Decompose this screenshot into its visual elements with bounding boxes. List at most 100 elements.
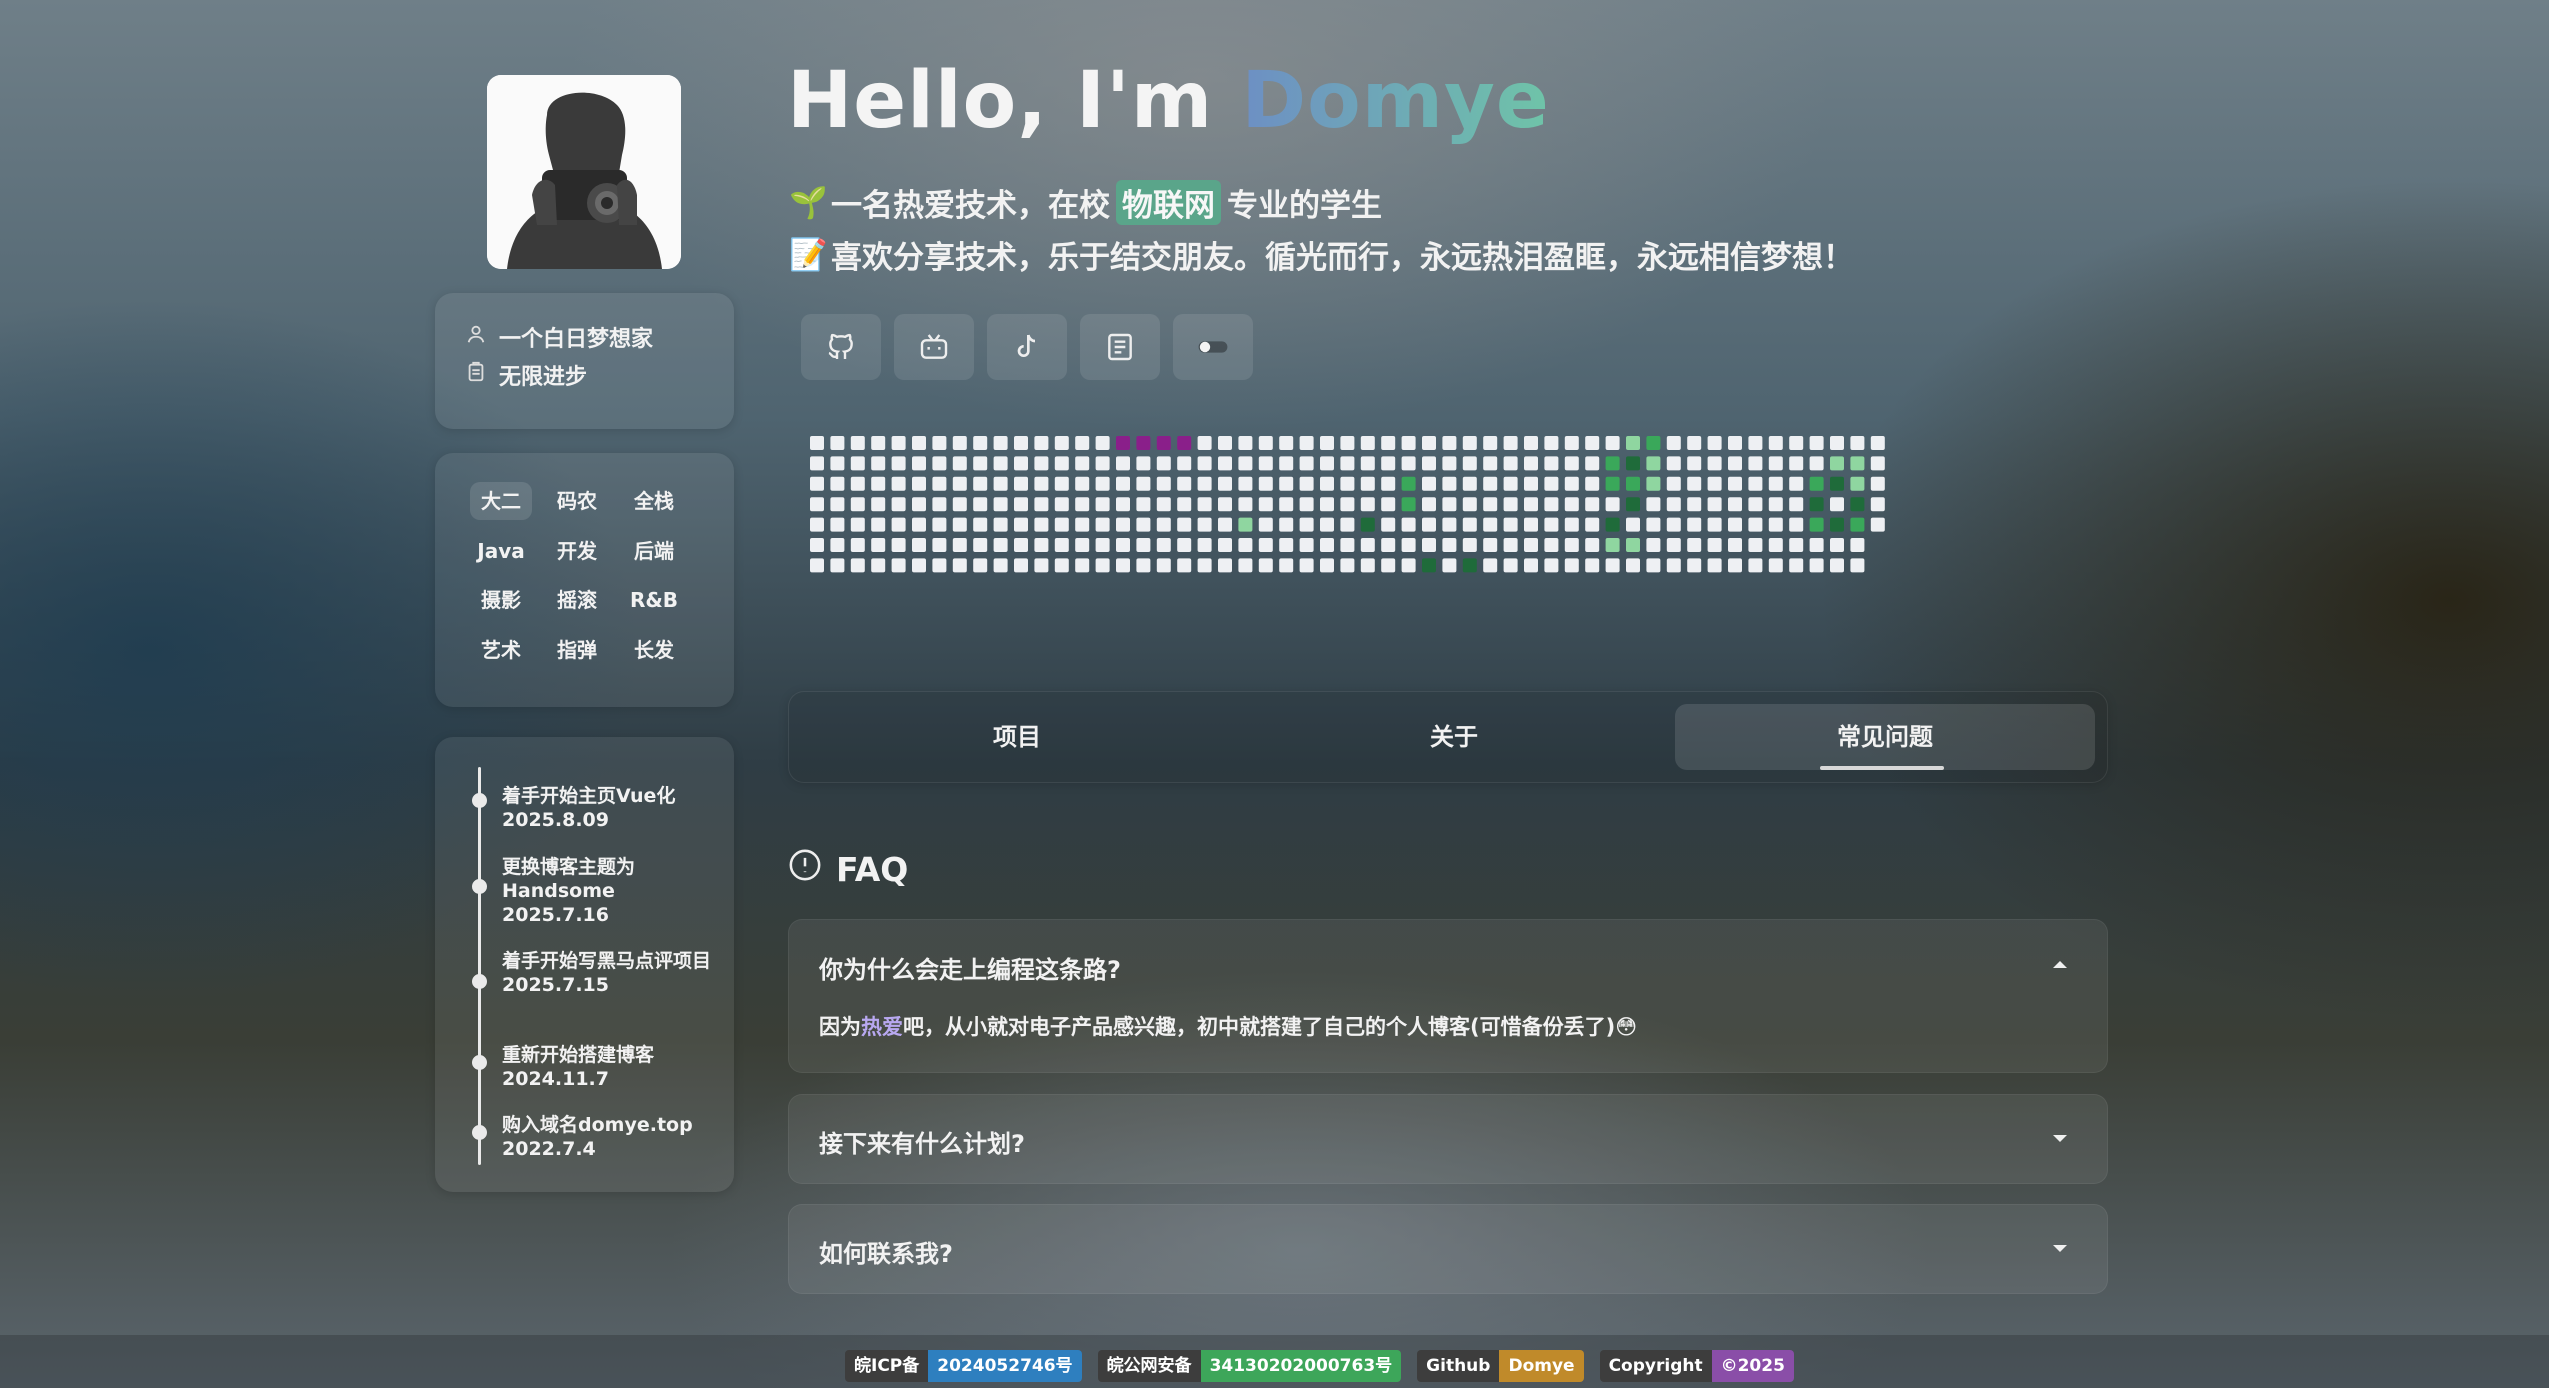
- contribution-cell: [993, 497, 1008, 512]
- blog-button[interactable]: [1080, 314, 1160, 380]
- contribution-cell: [1462, 497, 1477, 512]
- tag[interactable]: 全栈: [623, 482, 685, 520]
- hero-greeting: Hello, I'm: [787, 56, 1242, 146]
- tab-projects[interactable]: 项目: [807, 704, 1227, 770]
- tag[interactable]: 码农: [546, 482, 608, 520]
- profile-motto: 无限进步: [499, 365, 588, 390]
- github-badge[interactable]: Github Domye: [1417, 1350, 1584, 1382]
- contribution-cell: [1014, 517, 1028, 532]
- contribution-cell: [1483, 456, 1498, 471]
- bilibili-button[interactable]: [894, 314, 974, 380]
- contribution-cell: [1544, 436, 1559, 450]
- tiktok-button[interactable]: [987, 314, 1067, 380]
- chevron-down-icon: [2053, 1245, 2067, 1252]
- contribution-cell: [1034, 476, 1049, 491]
- contribution-cell: [871, 476, 886, 491]
- icp-badge[interactable]: 皖ICP备 2024052746号: [845, 1350, 1082, 1382]
- profile-name-row: 一个白日梦想家: [465, 321, 653, 353]
- github-button[interactable]: [801, 314, 881, 380]
- tag[interactable]: 艺术: [470, 631, 532, 669]
- faq-heading: FAQ: [788, 848, 908, 890]
- contribution-cell: [1320, 456, 1334, 471]
- contribution-cell: [1177, 436, 1192, 450]
- timeline-title: 更换博客主题为Handsome: [502, 856, 636, 902]
- contribution-cell: [1197, 517, 1212, 532]
- contribution-cell: [932, 476, 947, 491]
- contribution-cell: [1075, 497, 1090, 512]
- contribution-cell: [1095, 456, 1110, 471]
- contribution-cell: [1442, 476, 1457, 491]
- tag[interactable]: 长发: [623, 631, 685, 669]
- contribution-cell: [1401, 497, 1416, 512]
- contribution-cell: [952, 558, 967, 573]
- faq-item[interactable]: 接下来有什么计划?: [788, 1094, 2108, 1184]
- contribution-cell: [1626, 436, 1640, 450]
- badge-key: 皖ICP备: [845, 1350, 929, 1382]
- contribution-cell: [1605, 558, 1620, 573]
- contribution-cell: [1789, 517, 1804, 532]
- contribution-cell: [1299, 436, 1314, 450]
- timeline-date: 2025.7.16: [502, 904, 609, 926]
- contribution-cell: [1605, 517, 1620, 532]
- contribution-cell: [891, 456, 906, 471]
- contribution-cell: [1605, 538, 1620, 552]
- theme-toggle-button[interactable]: [1173, 314, 1253, 380]
- contribution-cell: [1544, 558, 1559, 573]
- contribution-cell: [830, 558, 845, 573]
- contribution-cell: [1544, 456, 1559, 471]
- contribution-cell: [1422, 436, 1436, 450]
- contribution-cell: [1238, 517, 1253, 532]
- contribution-cell: [850, 497, 865, 512]
- contribution-cell: [1707, 476, 1722, 491]
- tag[interactable]: 后端: [623, 532, 685, 570]
- contribution-cell: [1136, 558, 1151, 573]
- tag[interactable]: 摇滚: [546, 581, 608, 619]
- contribution-cell: [1687, 476, 1702, 491]
- contribution-cell: [891, 558, 906, 573]
- timeline-dot: [472, 1055, 487, 1070]
- contribution-cell: [1095, 517, 1110, 532]
- contribution-cell: [1156, 456, 1171, 471]
- contribution-cell: [1075, 436, 1090, 450]
- contribution-cell: [1279, 476, 1294, 491]
- contribution-cell: [1768, 476, 1783, 491]
- tag[interactable]: 大二: [470, 482, 532, 520]
- faq-item-open[interactable]: 你为什么会走上编程这条路? 因为热爱吧，从小就对电子产品感兴趣，初中就搭建了自己…: [788, 919, 2108, 1073]
- contribution-cell: [850, 456, 865, 471]
- contribution-cell: [1748, 456, 1763, 471]
- police-badge[interactable]: 皖公网安备 34130202000763号: [1097, 1350, 1402, 1382]
- memo-icon: 📝: [789, 237, 828, 273]
- tag[interactable]: 指弹: [546, 631, 608, 669]
- contribution-cell: [1360, 476, 1375, 491]
- contribution-cell: [952, 476, 967, 491]
- contribution-cell: [850, 538, 865, 552]
- contribution-cell: [1809, 538, 1824, 552]
- contribution-cell: [1340, 456, 1355, 471]
- timeline-date: 2024.11.7: [502, 1068, 609, 1090]
- timeline-item: 着手开始写黑马点评项目 2025.7.15: [502, 949, 712, 997]
- active-tab-indicator: [1820, 766, 1944, 770]
- contribution-cell: [1299, 538, 1314, 552]
- contribution-cell: [871, 456, 886, 471]
- contribution-cell: [1136, 456, 1151, 471]
- faq-item[interactable]: 如何联系我?: [788, 1204, 2108, 1294]
- tag[interactable]: 开发: [546, 532, 608, 570]
- tab-faq[interactable]: 常见问题: [1675, 704, 2095, 770]
- contribution-cell: [1381, 476, 1396, 491]
- contribution-cell: [1850, 558, 1865, 573]
- tag[interactable]: 摄影: [470, 581, 532, 619]
- contribution-cell: [1707, 558, 1722, 573]
- contribution-cell: [1483, 558, 1498, 573]
- contribution-cell: [871, 436, 886, 450]
- timeline-item: 重新开始搭建博客 2024.11.7: [502, 1043, 712, 1091]
- contribution-cell: [1401, 517, 1416, 532]
- tab-about[interactable]: 关于: [1244, 704, 1664, 770]
- contribution-cell: [1381, 517, 1396, 532]
- contribution-cell: [1564, 456, 1579, 471]
- contribution-cell: [1666, 436, 1681, 450]
- tag[interactable]: R&B: [623, 581, 685, 619]
- tag[interactable]: Java: [470, 532, 532, 570]
- contribution-cell: [1401, 436, 1416, 450]
- contribution-cell: [1320, 476, 1334, 491]
- contribution-cell: [1136, 436, 1151, 450]
